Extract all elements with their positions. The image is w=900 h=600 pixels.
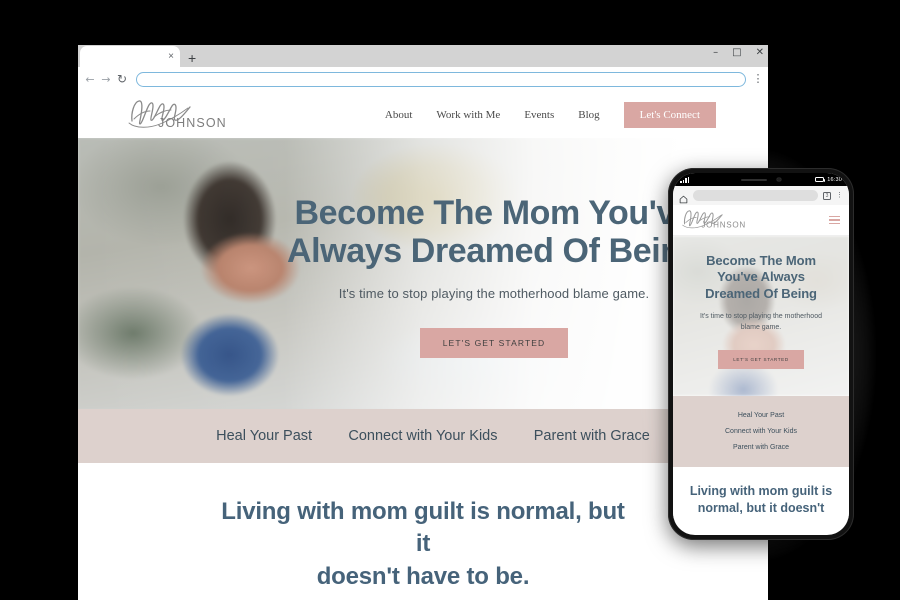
svg-text:JOHNSON: JOHNSON xyxy=(701,220,745,229)
speaker-icon xyxy=(741,178,768,181)
logo-wordmark: JOHNSON xyxy=(128,100,227,130)
hero-content: Become The Mom You've Always Dreamed Of … xyxy=(78,194,768,359)
browser-tab[interactable]: × xyxy=(80,46,180,67)
browser-toolbar: ← → ↻ ⋮ xyxy=(78,67,768,91)
phone-notch xyxy=(722,173,800,186)
phone-address-bar[interactable] xyxy=(693,190,818,201)
phone-banner-item-parent-with-grace[interactable]: Parent with Grace xyxy=(673,439,849,455)
phone-mockup: 16:30 3 ⋮ JOHNSON Become The Mom You've … xyxy=(668,168,854,540)
close-window-icon[interactable]: ✕ xyxy=(756,48,764,58)
nav-item-blog[interactable]: Blog xyxy=(578,109,599,121)
desktop-browser-window: × + – □ ✕ ← → ↻ ⋮ JOHNSON About Work wit… xyxy=(78,45,768,600)
phone-value-banner: Heal Your Past Connect with Your Kids Pa… xyxy=(673,396,849,467)
intro-title-line-1: Living with mom guilt is normal, but it xyxy=(221,498,625,558)
svg-text:JOHNSON: JOHNSON xyxy=(158,116,227,129)
phone-screen: 16:30 3 ⋮ JOHNSON Become The Mom You've … xyxy=(673,173,849,535)
phone-banner-item-heal-your-past[interactable]: Heal Your Past xyxy=(673,407,849,423)
phone-intro-title-line-1: Living with mom guilt is xyxy=(689,484,833,498)
phone-intro-title: Living with mom guilt is normal, but it … xyxy=(683,483,839,516)
phone-hero-title-line-1: Become The Mom xyxy=(706,253,816,268)
phone-hero-title: Become The Mom You've Always Dreamed Of … xyxy=(685,253,837,302)
banner-item-connect-with-your-kids[interactable]: Connect with Your Kids xyxy=(348,428,497,444)
phone-menu-icon[interactable]: ⋮ xyxy=(836,192,843,198)
reload-icon[interactable]: ↻ xyxy=(114,72,130,86)
back-icon[interactable]: ← xyxy=(82,73,98,86)
phone-browser-bar: 3 ⋮ xyxy=(673,186,849,205)
phone-intro-title-line-2: normal, but it doesn't xyxy=(697,500,825,515)
nav-item-about[interactable]: About xyxy=(385,109,413,121)
phone-hero-content: Become The Mom You've Always Dreamed Of … xyxy=(673,236,849,396)
phone-hero-title-line-2: You've Always xyxy=(717,269,805,285)
lets-connect-button[interactable]: Let's Connect xyxy=(623,101,716,128)
nav-item-work-with-me[interactable]: Work with Me xyxy=(436,109,500,121)
phone-hero-section: Become The Mom You've Always Dreamed Of … xyxy=(673,236,849,396)
forward-icon[interactable]: → xyxy=(98,73,114,86)
camera-icon xyxy=(777,177,781,182)
browser-tab-strip: × + – □ ✕ xyxy=(78,45,768,67)
home-icon-svg xyxy=(679,195,688,204)
banner-item-parent-with-grace[interactable]: Parent with Grace xyxy=(534,428,650,444)
phone-status-right: 16:30 xyxy=(815,177,842,183)
phone-hero-subtitle-line-2: blame game. xyxy=(740,323,782,331)
battery-icon xyxy=(815,176,826,183)
hamburger-menu-icon[interactable] xyxy=(829,215,840,225)
intro-content-section: Living with mom guilt is normal, but it … xyxy=(78,463,768,600)
phone-intro-content-section: Living with mom guilt is normal, but it … xyxy=(673,467,849,517)
maximize-icon[interactable]: □ xyxy=(732,48,741,58)
home-icon[interactable] xyxy=(679,191,688,204)
value-banner: Heal Your Past Connect with Your Kids Pa… xyxy=(78,409,768,463)
phone-site-header: JOHNSON xyxy=(673,205,849,236)
window-controls: – □ ✕ xyxy=(713,48,764,58)
phone-logo-wordmark: JOHNSON xyxy=(682,209,745,229)
new-tab-icon[interactable]: + xyxy=(188,51,196,65)
site-logo[interactable]: JOHNSON xyxy=(128,95,233,134)
phone-site-logo[interactable]: JOHNSON xyxy=(682,206,750,235)
banner-item-heal-your-past[interactable]: Heal Your Past xyxy=(216,428,312,444)
hero-section: Become The Mom You've Always Dreamed Of … xyxy=(78,138,768,409)
signal-icon xyxy=(680,176,689,183)
close-icon[interactable]: × xyxy=(168,51,174,62)
site-navigation: About Work with Me Events Blog Let's Con… xyxy=(385,101,716,128)
hero-cta-button[interactable]: LET'S GET STARTED xyxy=(419,328,569,359)
phone-hero-subtitle-line-1: It's time to stop playing the motherhood xyxy=(700,313,822,321)
phone-clock: 16:30 xyxy=(827,176,842,183)
intro-title: Living with mom guilt is normal, but it … xyxy=(213,496,633,593)
minimize-icon[interactable]: – xyxy=(713,48,718,58)
phone-hero-title-line-3: Dreamed Of Being xyxy=(705,285,817,301)
site-header: JOHNSON About Work with Me Events Blog L… xyxy=(78,91,768,138)
nav-item-events[interactable]: Events xyxy=(524,109,554,121)
phone-hero-cta-button[interactable]: LET'S GET STARTED xyxy=(718,350,804,370)
intro-title-line-2: doesn't have to be. xyxy=(316,562,530,590)
phone-status-bar: 16:30 xyxy=(673,173,849,186)
phone-banner-item-connect-with-your-kids[interactable]: Connect with Your Kids xyxy=(673,423,849,439)
address-bar-input[interactable] xyxy=(136,71,746,87)
phone-hero-subtitle: It's time to stop playing the motherhood… xyxy=(685,312,837,333)
browser-menu-icon[interactable]: ⋮ xyxy=(752,74,764,84)
tab-count-icon[interactable]: 3 xyxy=(823,191,831,200)
